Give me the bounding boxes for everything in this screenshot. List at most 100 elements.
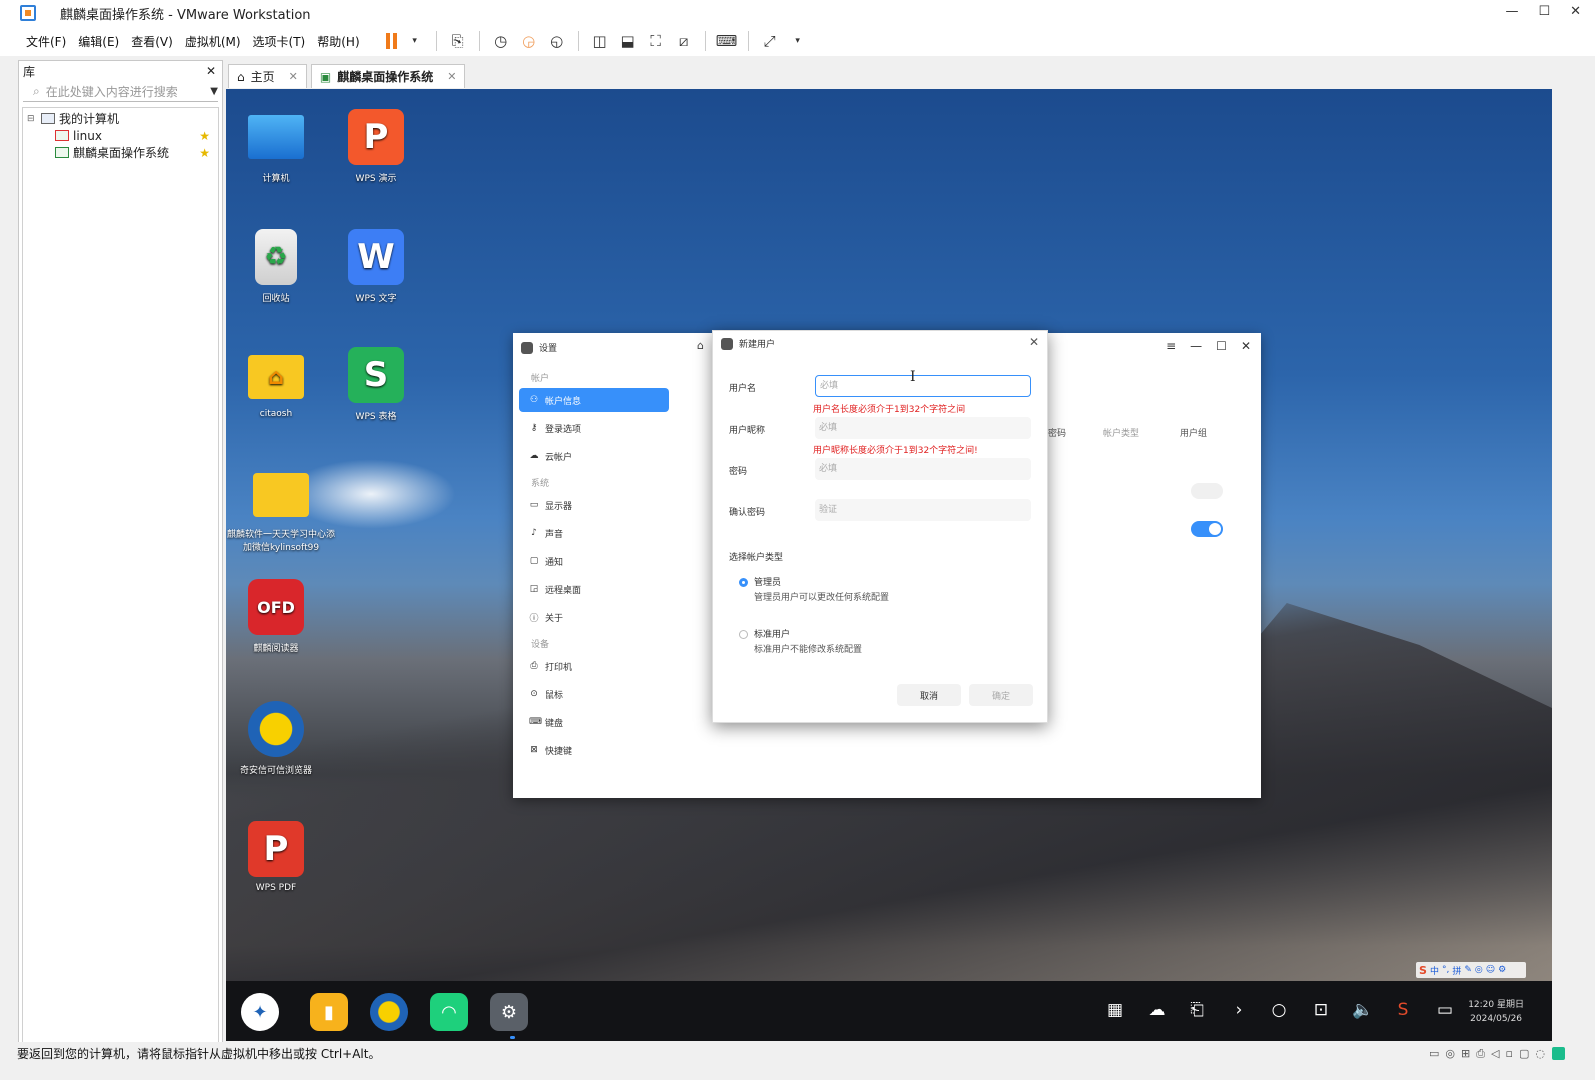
tab-kylin[interactable]: ▣ 麒麟桌面操作系统 ✕ xyxy=(310,64,466,88)
sidebar-item-notifications[interactable]: ▢ 通知 xyxy=(519,549,669,573)
chevron-down-icon[interactable]: ▼ xyxy=(210,86,218,97)
radio-selected-icon[interactable] xyxy=(739,578,748,587)
confirm-password-input[interactable] xyxy=(815,499,1031,521)
notification-center-icon[interactable]: ▭ xyxy=(1432,997,1458,1023)
network-icon[interactable]: ⊡ xyxy=(1308,997,1334,1023)
snapshot-icon[interactable]: ◷ xyxy=(491,31,511,51)
message-icon[interactable]: ◌ xyxy=(1535,1047,1545,1061)
ime-skin-icon[interactable]: ☺ xyxy=(1486,965,1495,975)
radio-standard[interactable]: 标准用户 标准用户不能修改系统配置 xyxy=(739,627,862,655)
desktop-icon-browser[interactable]: 奇安信可信浏览器 xyxy=(226,701,326,776)
library-search-input[interactable]: 在此处键入内容进行搜索 xyxy=(46,83,178,100)
ime-handwrite-icon[interactable]: ✎ xyxy=(1464,965,1472,975)
sidebar-item-sound[interactable]: ♪ 声音 xyxy=(519,521,669,545)
volume-icon[interactable]: 🔈 xyxy=(1350,997,1376,1023)
close-icon[interactable]: ✕ xyxy=(1241,339,1251,353)
ime-toolbar[interactable]: S 中 °, 拼 ✎ ◎ ☺ ⚙ xyxy=(1416,962,1526,978)
ime-voice-icon[interactable]: ◎ xyxy=(1475,965,1483,975)
network-adapter-icon[interactable]: ⊞ xyxy=(1461,1047,1470,1061)
sidebar-item-printer[interactable]: ⎙ 打印机 xyxy=(519,654,669,678)
file-manager-icon[interactable]: ▮ xyxy=(310,993,348,1031)
desktop-icon-wps-presentation[interactable]: P WPS 演示 xyxy=(326,109,426,184)
desktop-icon-ofd-reader[interactable]: OFD 麒麟阅读器 xyxy=(226,579,326,654)
collapse-icon[interactable]: ⊟ xyxy=(27,114,37,124)
vm-status-icon[interactable] xyxy=(1552,1047,1565,1060)
stretch-icon[interactable]: ⤢ xyxy=(760,31,780,51)
menu-file[interactable]: 文件(F) xyxy=(26,33,66,50)
menu-tabs[interactable]: 选项卡(T) xyxy=(253,33,306,50)
sidebar-item-mouse[interactable]: ⊙ 鼠标 xyxy=(519,682,669,706)
nickname-input[interactable] xyxy=(815,417,1031,439)
menu-view[interactable]: 查看(V) xyxy=(131,33,173,50)
hard-disk-icon[interactable]: ▭ xyxy=(1429,1047,1439,1061)
chat-app-icon[interactable]: ◠ xyxy=(430,993,468,1031)
console-icon[interactable]: ⌨ xyxy=(716,31,738,51)
browser-taskbar-icon[interactable] xyxy=(370,993,408,1031)
fullscreen-icon[interactable]: ⛶ xyxy=(646,31,666,51)
minimize-button[interactable]: — xyxy=(1505,4,1518,19)
usb-icon[interactable]: ▫ xyxy=(1506,1047,1513,1061)
tree-item-kylin[interactable]: 麒麟桌面操作系统 ★ xyxy=(23,144,218,161)
tree-item-my-computer[interactable]: ⊟ 我的计算机 xyxy=(23,110,218,127)
desktop-icon-computer[interactable]: 计算机 xyxy=(226,109,326,184)
display-icon[interactable]: ▢ xyxy=(1519,1047,1529,1061)
sogou-icon[interactable]: S xyxy=(1419,964,1427,977)
cd-icon[interactable]: ◎ xyxy=(1445,1047,1455,1061)
home-icon[interactable]: ⌂ xyxy=(697,339,704,352)
search-icon[interactable]: ○ xyxy=(1266,997,1292,1023)
maximize-icon[interactable]: ☐ xyxy=(1216,339,1227,353)
library-close-button[interactable]: ✕ xyxy=(206,64,216,78)
cloud-icon[interactable]: ☁ xyxy=(1144,997,1170,1023)
minimize-icon[interactable]: — xyxy=(1190,339,1202,353)
desktop-icon-learning-folder[interactable]: 麒麟软件一天天学习中心添加微信kylinsoft99 xyxy=(226,465,336,553)
start-menu-icon[interactable]: ✦ xyxy=(241,993,279,1031)
close-button[interactable]: ✕ xyxy=(1570,4,1581,19)
desktop-icon-recycle-bin[interactable]: ♻ 回收站 xyxy=(226,229,326,304)
ime-pinyin[interactable]: 拼 xyxy=(1452,964,1461,977)
toggle-switch-on[interactable] xyxy=(1191,521,1223,537)
sidebar-item-about[interactable]: ⓘ 关于 xyxy=(519,605,669,629)
username-input[interactable] xyxy=(815,375,1031,397)
sidebar-item-cloud-account[interactable]: ☁ 云帐户 xyxy=(519,444,669,468)
expand-tray-icon[interactable]: › xyxy=(1226,997,1252,1023)
tab-home[interactable]: ⌂ 主页 ✕ xyxy=(228,64,307,88)
cancel-button[interactable]: 取消 xyxy=(897,684,961,706)
vm-screen[interactable]: 计算机 P WPS 演示 ♻ 回收站 W WPS 文字 ⌂ citaosh S … xyxy=(226,89,1552,1041)
maximize-button[interactable]: ☐ xyxy=(1538,4,1550,19)
close-tab-icon[interactable]: ✕ xyxy=(289,70,298,83)
tray-app-icon[interactable]: ▦ xyxy=(1102,997,1128,1023)
sogou-tray-icon[interactable]: S xyxy=(1390,997,1416,1023)
ime-settings-icon[interactable]: ⚙ xyxy=(1498,965,1506,975)
sidebar-item-keyboard[interactable]: ⌨ 键盘 xyxy=(519,710,669,734)
ime-chinese-mode[interactable]: 中 xyxy=(1430,964,1439,977)
tree-item-linux[interactable]: linux ★ xyxy=(23,127,218,144)
desktop-icon-home-folder[interactable]: ⌂ citaosh xyxy=(226,347,326,419)
radio-admin[interactable]: 管理员 管理员用户可以更改任何系统配置 xyxy=(739,575,889,603)
unity-icon[interactable]: ⧄ xyxy=(674,31,694,51)
password-input[interactable] xyxy=(815,458,1031,480)
stretch-dropdown-icon[interactable]: ▾ xyxy=(788,31,808,51)
menu-icon[interactable]: ≡ xyxy=(1166,339,1176,353)
menu-help[interactable]: 帮助(H) xyxy=(317,33,359,50)
clock[interactable]: 12:20 星期日 2024/05/26 xyxy=(1468,998,1524,1026)
close-tab-icon[interactable]: ✕ xyxy=(447,70,456,83)
printer-icon[interactable]: ⎙ xyxy=(1476,1047,1485,1061)
sidebar-view-icon[interactable]: ◫ xyxy=(590,31,610,51)
sidebar-item-account-info[interactable]: ⚇ 帐户信息 xyxy=(519,388,669,412)
menu-vm[interactable]: 虚拟机(M) xyxy=(185,33,241,50)
ok-button[interactable]: 确定 xyxy=(969,684,1033,706)
library-search[interactable]: ⌕ 在此处键入内容进行搜索 ▼ xyxy=(23,82,218,102)
send-ctrl-alt-del-icon[interactable]: ⎘ xyxy=(448,31,468,51)
close-icon[interactable]: ✕ xyxy=(1029,335,1039,349)
desktop-icon-wps-pdf[interactable]: P WPS PDF xyxy=(226,821,326,893)
sidebar-item-shortcuts[interactable]: ⊠ 快捷键 xyxy=(519,738,669,762)
pause-icon[interactable] xyxy=(385,33,397,49)
sidebar-item-login-options[interactable]: ⚷ 登录选项 xyxy=(519,416,669,440)
radio-unselected-icon[interactable] xyxy=(739,630,748,639)
thumbnail-view-icon[interactable]: ⬓ xyxy=(618,31,638,51)
toggle-switch-off[interactable] xyxy=(1191,483,1223,499)
dropdown-icon[interactable]: ▾ xyxy=(405,31,425,51)
clipboard-icon[interactable]: ⎗ xyxy=(1184,997,1210,1023)
snapshot-manager-icon[interactable]: ◵ xyxy=(547,31,567,51)
desktop-icon-wps-spreadsheet[interactable]: S WPS 表格 xyxy=(326,347,426,422)
